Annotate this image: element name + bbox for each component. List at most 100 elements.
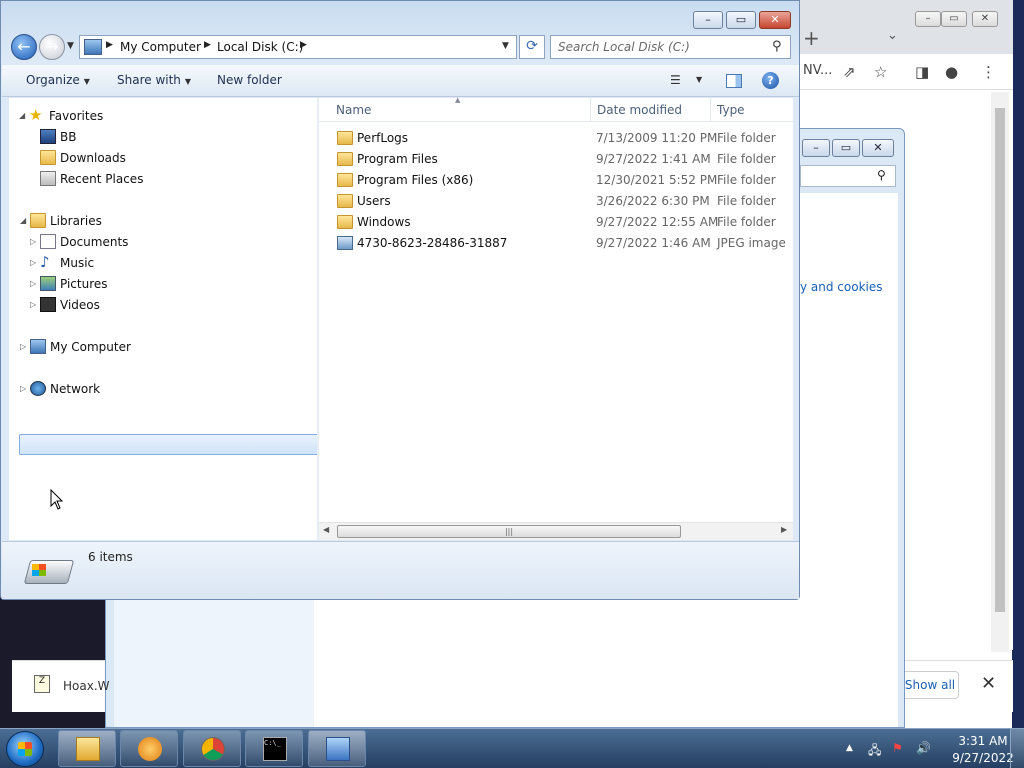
- show-hidden-icons-icon[interactable]: ▲: [846, 743, 853, 753]
- close-button[interactable]: ✕: [759, 11, 791, 29]
- back-button[interactable]: ←: [11, 34, 37, 60]
- expand-icon[interactable]: ▷: [30, 232, 36, 252]
- collapse-icon[interactable]: ◢: [19, 106, 25, 126]
- network-tray-icon[interactable]: 🖧: [868, 741, 881, 762]
- recent-places-icon: [40, 171, 56, 186]
- nav-my-computer[interactable]: ▷ My Computer: [20, 337, 131, 357]
- taskbar-chrome[interactable]: [183, 730, 241, 767]
- collapse-icon[interactable]: ◢: [20, 211, 26, 231]
- star-icon[interactable]: ☆: [874, 63, 887, 81]
- control-panel-icon: [326, 737, 350, 761]
- maximize-button[interactable]: ▭: [726, 11, 756, 29]
- taskbar-explorer[interactable]: [58, 730, 116, 767]
- horizontal-scrollbar[interactable]: ◀ ||| ▶: [319, 522, 793, 540]
- column-divider[interactable]: [590, 98, 591, 122]
- address-bar[interactable]: ▶ My Computer ▶ Local Disk (C:) ▶ ▼: [79, 35, 517, 59]
- new-folder-button[interactable]: New folder: [217, 73, 282, 87]
- breadcrumb-my-computer[interactable]: My Computer: [120, 40, 201, 54]
- column-divider[interactable]: [710, 98, 711, 122]
- volume-icon[interactable]: 🔊: [916, 741, 931, 755]
- nav-videos-label: Videos: [60, 298, 100, 312]
- dialog-minimize-button[interactable]: –: [802, 139, 830, 157]
- download-item[interactable]: Z Hoax.W: [12, 660, 110, 712]
- nav-videos[interactable]: ▷ Videos: [30, 295, 100, 315]
- share-icon[interactable]: ⇗: [843, 63, 856, 81]
- file-row[interactable]: Windows 9/27/2022 12:55 AM File folder: [319, 212, 793, 233]
- file-row[interactable]: Program Files 9/27/2022 1:41 AM File fol…: [319, 149, 793, 170]
- scrollbar-thumb[interactable]: |||: [337, 525, 681, 538]
- refresh-button[interactable]: ⟳: [519, 35, 545, 59]
- start-button[interactable]: [6, 731, 44, 767]
- organize-button[interactable]: Organize ▼: [26, 73, 90, 87]
- column-type[interactable]: Type: [717, 103, 745, 117]
- change-view-icon[interactable]: ☰: [670, 73, 681, 87]
- expand-icon[interactable]: ▷: [20, 337, 26, 357]
- show-all-button[interactable]: Show all: [901, 671, 959, 699]
- chrome-minimize-button[interactable]: –: [915, 11, 941, 27]
- share-with-button[interactable]: Share with ▼: [117, 73, 191, 87]
- nav-libraries-label: Libraries: [50, 214, 102, 228]
- taskbar-control-panel[interactable]: [308, 730, 366, 767]
- taskbar-cmd[interactable]: C:\_: [245, 730, 303, 767]
- column-date-modified[interactable]: Date modified: [597, 103, 682, 117]
- nav-documents[interactable]: ▷ Documents: [30, 232, 128, 252]
- privacy-cookies-link[interactable]: y and cookies: [800, 280, 883, 294]
- nav-favorites[interactable]: ◢ ★ Favorites: [19, 106, 103, 126]
- nav-pictures[interactable]: ▷ Pictures: [30, 274, 108, 294]
- cmd-icon: C:\_: [263, 737, 287, 761]
- taskbar-media-player[interactable]: [120, 730, 178, 767]
- help-icon[interactable]: ?: [762, 72, 779, 89]
- expand-icon[interactable]: ▷: [30, 295, 36, 315]
- dialog-maximize-button[interactable]: ▭: [832, 139, 860, 157]
- search-icon[interactable]: ⚲: [772, 39, 782, 54]
- file-list: ▲ Name Date modified Type PerfLogs 7/13/…: [319, 96, 793, 540]
- nav-bb[interactable]: BB: [40, 127, 76, 147]
- nav-downloads[interactable]: Downloads: [40, 148, 126, 168]
- image-file-icon: [337, 236, 353, 250]
- breadcrumb-chevron-icon[interactable]: ▶: [300, 40, 307, 50]
- clock-time[interactable]: 3:31 AM: [950, 734, 1016, 748]
- dialog-close-button[interactable]: ✕: [862, 139, 894, 157]
- file-date: 9/27/2022 12:55 AM: [596, 215, 719, 229]
- scroll-left-icon[interactable]: ◀: [323, 525, 329, 534]
- minimize-button[interactable]: –: [693, 11, 723, 29]
- preview-pane-icon[interactable]: [726, 74, 742, 88]
- new-tab-button[interactable]: +: [803, 26, 820, 50]
- breadcrumb-chevron-icon[interactable]: ▶: [106, 40, 113, 50]
- dialog-search-box[interactable]: ⚲: [800, 165, 896, 187]
- chrome-maximize-button[interactable]: ▭: [941, 11, 967, 27]
- tab-search-button[interactable]: ⌄: [887, 28, 898, 43]
- download-bar-close-icon[interactable]: ✕: [981, 673, 996, 694]
- chrome-scrollbar-thumb[interactable]: [995, 108, 1005, 612]
- folder-icon: [337, 152, 353, 166]
- recent-pages-dropdown[interactable]: ▼: [67, 41, 74, 51]
- breadcrumb-chevron-icon[interactable]: ▶: [204, 40, 211, 50]
- breadcrumb-local-disk[interactable]: Local Disk (C:): [217, 40, 303, 54]
- file-row[interactable]: Users 3/26/2022 6:30 PM File folder: [319, 191, 793, 212]
- show-desktop-button[interactable]: [1010, 729, 1024, 768]
- address-fragment[interactable]: NV...: [803, 63, 832, 78]
- sidebar-icon[interactable]: ◨: [915, 63, 929, 81]
- expand-icon[interactable]: ▷: [30, 274, 36, 294]
- scroll-right-icon[interactable]: ▶: [781, 525, 787, 534]
- view-dropdown-icon[interactable]: ▼: [696, 75, 702, 84]
- nav-music[interactable]: ▷ ♪ Music: [30, 253, 94, 273]
- nav-libraries[interactable]: ◢ Libraries: [20, 211, 102, 231]
- expand-icon[interactable]: ▷: [20, 379, 26, 399]
- folder-icon: [337, 194, 353, 208]
- forward-button[interactable]: →: [39, 34, 65, 60]
- clock-date[interactable]: 9/27/2022: [950, 751, 1016, 765]
- address-dropdown-icon[interactable]: ▼: [502, 41, 509, 51]
- column-name[interactable]: Name: [336, 103, 371, 117]
- expand-icon[interactable]: ▷: [30, 253, 36, 273]
- action-center-icon[interactable]: ⚑: [892, 741, 903, 755]
- file-row[interactable]: PerfLogs 7/13/2009 11:20 PM File folder: [319, 128, 793, 149]
- search-input[interactable]: Search Local Disk (C:) ⚲: [550, 35, 791, 59]
- file-row[interactable]: 4730-8623-28486-31887 9/27/2022 1:46 AM …: [319, 233, 793, 254]
- file-row[interactable]: Program Files (x86) 12/30/2021 5:52 PM F…: [319, 170, 793, 191]
- menu-icon[interactable]: ⋮: [981, 63, 996, 81]
- chrome-close-button[interactable]: ✕: [972, 11, 998, 27]
- nav-recent-places[interactable]: Recent Places: [40, 169, 143, 189]
- profile-icon[interactable]: ●: [945, 63, 958, 81]
- nav-network[interactable]: ▷ Network: [20, 379, 100, 399]
